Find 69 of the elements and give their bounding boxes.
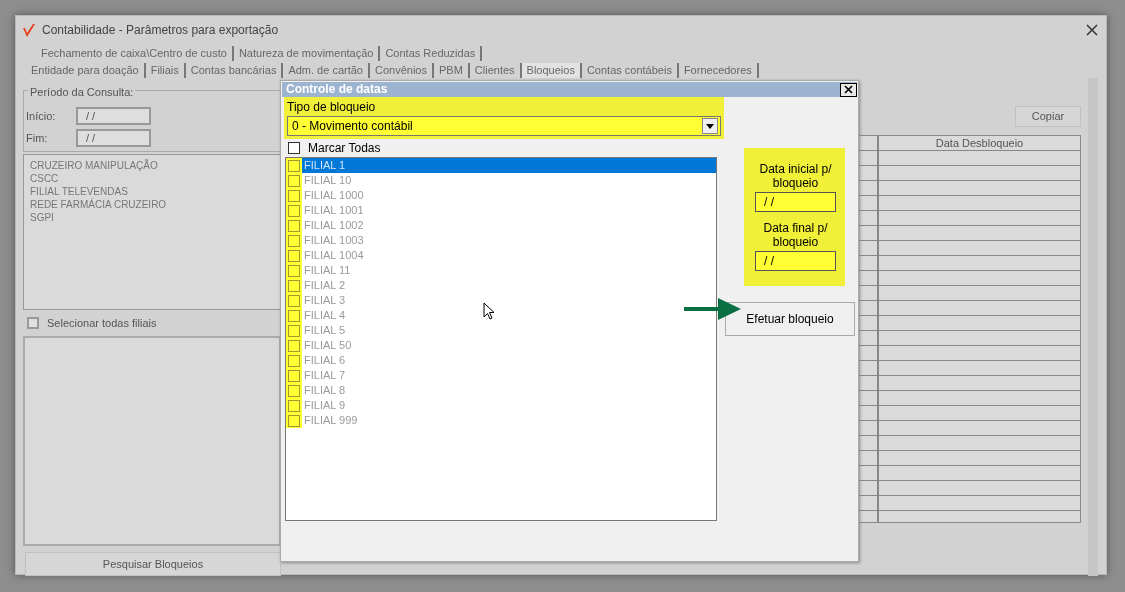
checkbox[interactable] [288, 174, 300, 187]
list-item[interactable]: REDE FARMÁCIA CRUZEIRO [30, 198, 274, 211]
list-row[interactable]: FILIAL 50 [286, 338, 716, 353]
field-label: Tipo de bloqueio [287, 99, 377, 116]
list-item[interactable]: SGPI [30, 211, 274, 224]
list-row[interactable]: FILIAL 3 [286, 293, 716, 308]
checkbox[interactable] [288, 339, 300, 352]
list-row[interactable]: FILIAL 5 [286, 323, 716, 338]
list-row[interactable]: FILIAL 7 [286, 368, 716, 383]
field-label: Data inicial p/ bloqueio [758, 162, 833, 190]
search-button[interactable]: Pesquisar Bloqueios [25, 552, 281, 576]
list-row[interactable]: FILIAL 4 [286, 308, 716, 323]
checkbox[interactable] [288, 249, 300, 262]
date-field[interactable]: / / [755, 251, 836, 271]
checkbox[interactable] [288, 204, 300, 217]
checkbox[interactable] [288, 189, 300, 202]
field-label: Início: [26, 108, 57, 124]
checkbox[interactable] [288, 142, 300, 154]
list-item[interactable]: CRUZEIRO MANIPULAÇÃO [30, 159, 274, 172]
field-label: Data final p/ bloqueio [762, 221, 829, 249]
column-header: Data Desbloqueio [934, 136, 1025, 150]
list-row[interactable]: FILIAL 1003 [286, 233, 716, 248]
checkbox[interactable] [288, 219, 300, 232]
checkbox[interactable] [288, 294, 300, 307]
checkbox-label: Marcar Todas [308, 140, 381, 157]
pointer-arrow [684, 297, 742, 321]
caret-icon [706, 123, 714, 129]
branch-listbox[interactable]: CRUZEIRO MANIPULAÇÃO CSCC FILIAL TELEVENDAS REDE FARMÁCIA CRUZEIRO SGPI [23, 154, 281, 310]
logo-icon [22, 22, 36, 38]
close-button[interactable] [840, 82, 857, 97]
list-row[interactable]: FILIAL 1 [286, 158, 716, 173]
checkbox[interactable] [288, 264, 300, 277]
list-row[interactable]: FILIAL 11 [286, 263, 716, 278]
list-row[interactable]: FILIAL 1002 [286, 218, 716, 233]
checkbox[interactable] [288, 369, 300, 382]
checkbox[interactable] [288, 309, 300, 322]
checkbox[interactable] [288, 324, 300, 337]
list-row[interactable]: FILIAL 10 [286, 173, 716, 188]
list-item[interactable]: FILIAL TELEVENDAS [30, 185, 274, 198]
field-label: Fim: [26, 130, 49, 146]
block-type-dropdown[interactable]: 0 - Movimento contábil [287, 116, 721, 136]
checkbox[interactable] [288, 399, 300, 412]
checkbox[interactable] [288, 354, 300, 367]
checkbox[interactable] [288, 279, 300, 292]
apply-button[interactable]: Efetuar bloqueio [725, 302, 855, 336]
checkbox[interactable] [288, 159, 300, 172]
tab[interactable]: Bloqueios [521, 63, 582, 78]
list-row[interactable]: FILIAL 9 [286, 398, 716, 413]
mouse-cursor-icon [483, 301, 495, 320]
date-field[interactable]: / / [76, 129, 151, 147]
checkbox[interactable] [27, 317, 39, 329]
date-field[interactable]: / / [755, 192, 836, 212]
checkbox[interactable] [288, 234, 300, 247]
list-row[interactable]: FILIAL 6 [286, 353, 716, 368]
list-row[interactable]: FILIAL 8 [286, 383, 716, 398]
list-row[interactable]: FILIAL 1000 [286, 188, 716, 203]
list-row[interactable]: FILIAL 1001 [286, 203, 716, 218]
list-row[interactable]: FILIAL 1004 [286, 248, 716, 263]
close-icon[interactable] [1086, 24, 1098, 36]
checkbox[interactable] [288, 384, 300, 397]
list-row[interactable]: FILIAL 999 [286, 413, 716, 428]
window-title: Contabilidade - Parâmetros para exportação [42, 22, 279, 39]
list-item[interactable]: CSCC [30, 172, 274, 185]
checkbox-label: Selecionar todas filiais [47, 315, 157, 331]
copy-button[interactable]: Copiar [1015, 106, 1081, 127]
checkbox[interactable] [288, 414, 300, 427]
dialog-title: Controle de datas [286, 82, 388, 97]
date-field[interactable]: / / [76, 107, 151, 125]
list-row[interactable]: FILIAL 2 [286, 278, 716, 293]
